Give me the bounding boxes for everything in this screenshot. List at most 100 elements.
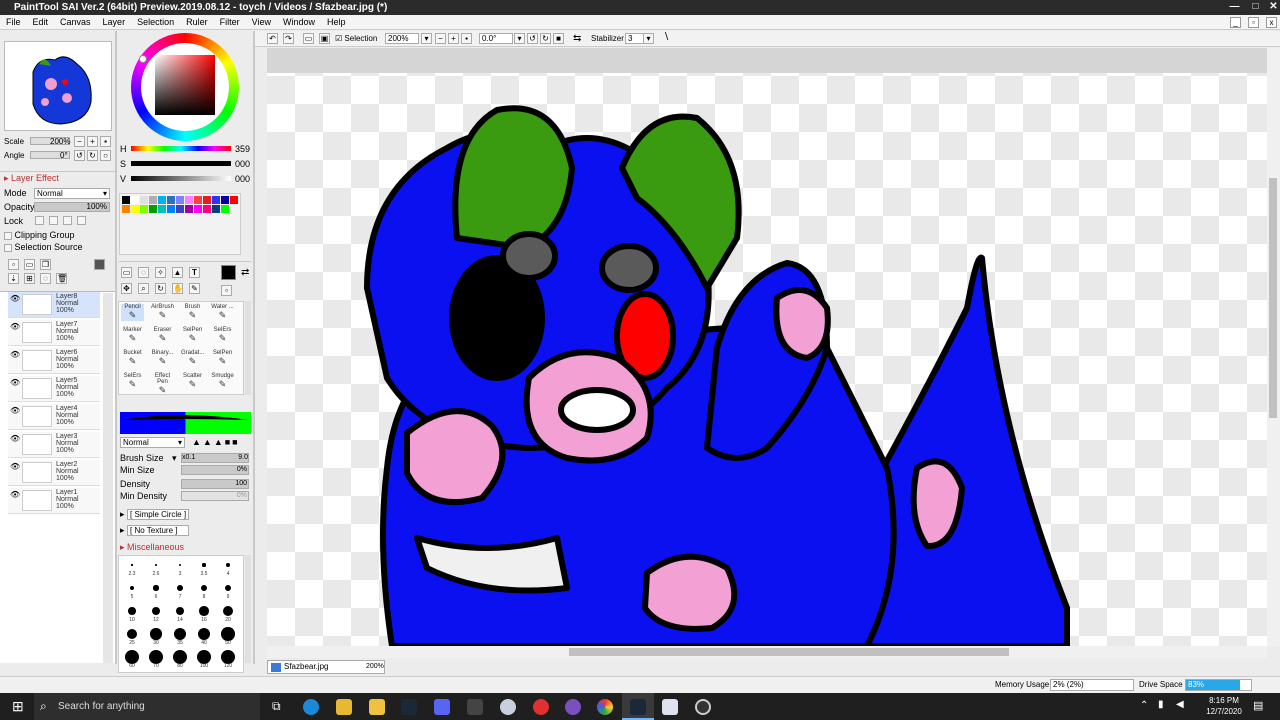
lock-opacity-icon[interactable] [35, 216, 44, 225]
layer-row[interactable]: 👁 Layer3 Normal 100% [8, 432, 100, 458]
color-swatch[interactable] [158, 205, 166, 213]
layer-row[interactable]: 👁 Layer1 Normal 100% [8, 488, 100, 514]
eye-icon[interactable]: 👁 [10, 350, 20, 359]
zoom-tool-icon[interactable]: ⌕ [138, 283, 149, 294]
menu-layer[interactable]: Layer [97, 15, 132, 29]
layer-row[interactable]: 👁 Layer6 Normal 100% [8, 348, 100, 374]
chevron-down-icon[interactable]: ▾ [643, 33, 654, 44]
store-icon[interactable] [336, 699, 352, 715]
swap-colors-icon[interactable]: ⇄ [241, 267, 249, 278]
maximize-button[interactable]: □ [1249, 1, 1262, 14]
chevron-down-icon[interactable]: ▾ [172, 453, 177, 464]
horizontal-scrollbar-thumb[interactable] [569, 648, 1009, 656]
clock-time[interactable]: 8:16 PM [1204, 696, 1244, 705]
brush-tool[interactable]: AirBrush ✎ [151, 304, 174, 321]
magic-wand-icon[interactable]: ✧ [155, 267, 166, 278]
hand-tool-icon[interactable]: ✋ [172, 283, 183, 294]
selection-source-checkbox[interactable] [4, 243, 12, 252]
brush-size-preset[interactable] [125, 650, 139, 664]
transfer-down-icon[interactable]: ⇣ [8, 273, 19, 284]
menu-selection[interactable]: Selection [131, 15, 180, 29]
volume-icon[interactable]: ◀ [1176, 699, 1184, 710]
steam-icon[interactable] [401, 699, 417, 715]
merge-down-icon[interactable]: ⊞ [24, 273, 35, 284]
color-swatch[interactable] [221, 205, 229, 213]
menu-file[interactable]: File [0, 15, 27, 29]
rotate-right-icon[interactable]: ↻ [87, 150, 98, 161]
brush-size-preset[interactable] [173, 627, 187, 641]
brush-texture-select[interactable]: [ No Texture ] [127, 525, 190, 536]
zoom-reset-icon[interactable]: ▪ [461, 33, 472, 44]
clock-date[interactable]: 12/7/2020 [1204, 707, 1244, 716]
windows-start-icon[interactable]: ⊞ [12, 698, 24, 715]
notifications-icon[interactable]: ▤ [1253, 699, 1263, 712]
mask-icon[interactable] [94, 259, 105, 270]
color-swatch[interactable] [203, 196, 211, 204]
brush-tool[interactable]: SelPen ✎ [211, 350, 234, 367]
brush-size-preset[interactable] [131, 564, 133, 566]
color-swatch[interactable] [185, 196, 193, 204]
color-swatch[interactable] [140, 205, 148, 213]
size-grid-scrollbar[interactable] [245, 555, 251, 663]
brush-tool[interactable]: Marker ✎ [121, 327, 144, 344]
obs-icon[interactable] [695, 699, 711, 715]
vertical-scrollbar-thumb[interactable] [1269, 178, 1277, 418]
layer-effect-toggle[interactable]: ▸ Layer Effect [4, 173, 59, 184]
clear-layer-icon[interactable]: ◌ [40, 273, 51, 284]
brush-size-preset[interactable] [149, 650, 163, 664]
rotate-reset-icon[interactable]: ○ [100, 150, 111, 161]
layer-row[interactable]: 👁 Layer5 Normal 100% [8, 376, 100, 402]
doc-restore-button[interactable]: ▫ [1248, 17, 1259, 28]
redo-icon[interactable]: ↷ [283, 33, 294, 44]
clipping-group-checkbox[interactable] [4, 231, 12, 240]
eye-icon[interactable]: 👁 [10, 322, 20, 331]
layer-list-scrollbar[interactable] [103, 293, 113, 663]
color-swatch[interactable] [194, 196, 202, 204]
brush-tool[interactable]: Binary... ✎ [151, 350, 174, 367]
color-swatch[interactable] [176, 205, 184, 213]
move-icon[interactable]: ✥ [121, 283, 132, 294]
brush-shape-select[interactable]: [ Simple Circle ] [127, 509, 190, 520]
brush-tool[interactable]: SelErs ✎ [121, 373, 144, 390]
brush-size-preset[interactable] [197, 650, 211, 664]
layer-row[interactable]: 👁 Layer2 Normal 100% [8, 460, 100, 486]
brush-size-preset[interactable] [155, 564, 157, 566]
color-swatch[interactable] [194, 205, 202, 213]
min-size-slider[interactable]: 0% [181, 465, 249, 475]
invert-selection-icon[interactable]: ▣ [319, 33, 330, 44]
color-swatch[interactable] [122, 205, 130, 213]
menu-help[interactable]: Help [321, 15, 352, 29]
menu-ruler[interactable]: Ruler [180, 15, 214, 29]
copy-layer-icon[interactable]: ❐ [40, 259, 51, 270]
brush-size-slider[interactable]: x0.1 9.0 [181, 453, 249, 463]
brush-size-preset[interactable] [199, 606, 209, 616]
zoom-out-icon[interactable]: − [435, 33, 446, 44]
color-swatch[interactable] [122, 196, 130, 204]
chevron-down-icon[interactable]: ▾ [421, 33, 432, 44]
color-swatch[interactable] [176, 196, 184, 204]
brush-size-preset[interactable] [128, 607, 136, 615]
value-slider[interactable] [131, 176, 231, 181]
brush-size-preset[interactable] [178, 563, 182, 567]
brush-color-preview[interactable] [120, 412, 251, 434]
taskbar-active-app[interactable] [622, 693, 654, 720]
brush-size-preset[interactable] [175, 606, 185, 616]
file-explorer-icon[interactable] [369, 699, 385, 715]
undo-icon[interactable]: ↶ [267, 33, 278, 44]
color-wheel[interactable] [131, 33, 239, 141]
discord-icon[interactable] [434, 699, 450, 715]
rotate-right-icon[interactable]: ↻ [540, 33, 551, 44]
transparent-color-icon[interactable]: ▫ [221, 285, 232, 296]
selection-toggle[interactable]: ☑ Selection [335, 34, 377, 43]
eye-icon[interactable]: 👁 [10, 490, 20, 499]
brush-size-preset[interactable] [173, 650, 187, 664]
minimize-button[interactable]: — [1228, 1, 1241, 14]
zoom-in-icon[interactable]: + [87, 136, 98, 147]
lasso-icon[interactable]: ◌ [138, 267, 149, 278]
opacity-slider[interactable]: 100% [34, 202, 110, 212]
lock-all-icon[interactable] [77, 216, 86, 225]
brush-size-preset[interactable] [224, 584, 232, 592]
eye-icon[interactable]: 👁 [10, 378, 20, 387]
tool-grid-scrollbar[interactable] [245, 301, 251, 395]
brush-size-preset[interactable] [200, 584, 208, 592]
